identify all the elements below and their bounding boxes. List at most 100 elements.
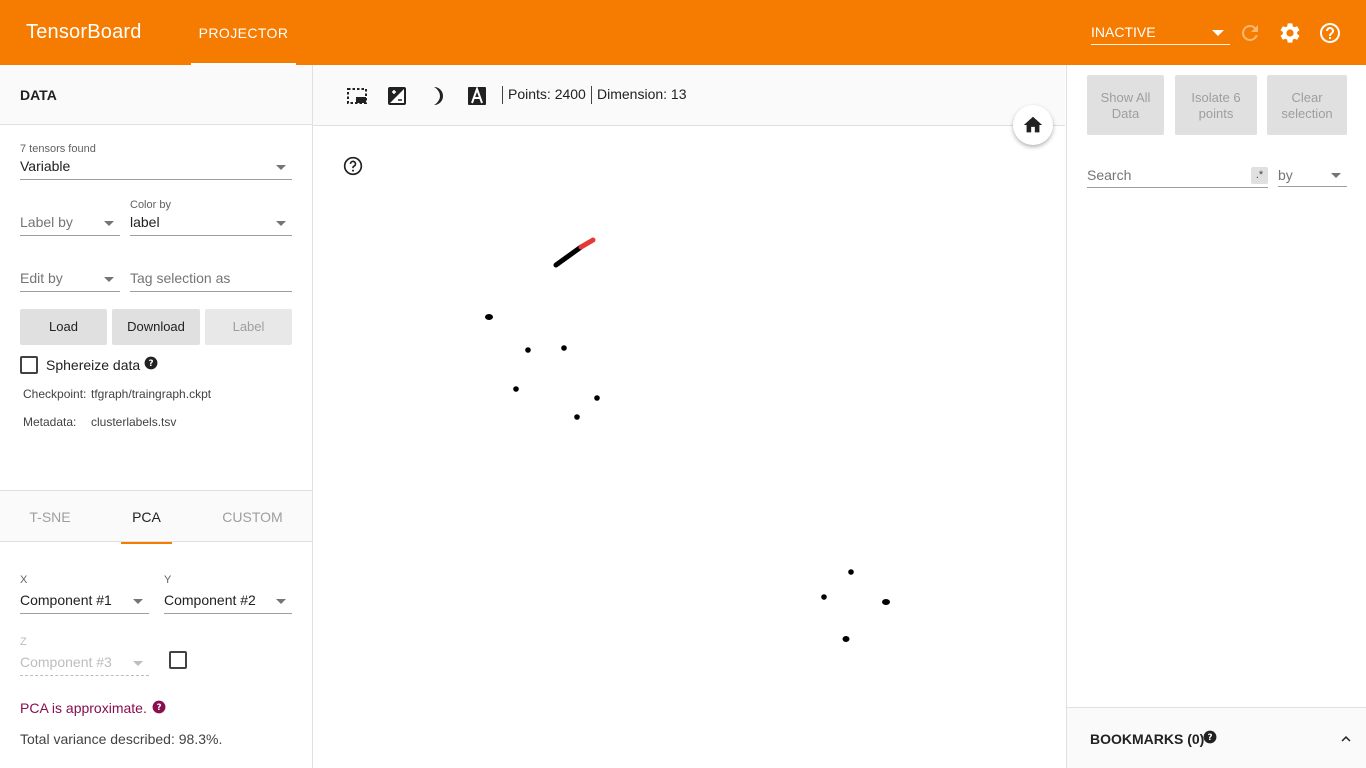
tab-pca-label: PCA	[132, 509, 161, 525]
tab-projector[interactable]: PROJECTOR	[191, 0, 296, 65]
night-mode-icon[interactable]	[385, 84, 409, 108]
projector-canvas-panel: Points: 2400 Dimension: 13	[313, 65, 1065, 768]
home-icon	[1023, 116, 1043, 133]
data-point	[574, 414, 580, 420]
chevron-down-icon	[133, 661, 143, 666]
x-axis-label: X	[20, 574, 28, 586]
help-icon[interactable]: ?	[152, 700, 166, 714]
search-by-placeholder: by	[1278, 167, 1293, 183]
points-count: Points: 2400	[508, 86, 586, 102]
clear-selection-button[interactable]: Clear selection	[1267, 75, 1347, 135]
data-point	[848, 569, 854, 575]
chevron-down-icon	[276, 599, 286, 604]
canvas-toolbar: Points: 2400 Dimension: 13	[313, 65, 1065, 126]
data-panel-title: DATA	[20, 87, 57, 103]
regex-toggle[interactable]: .*	[1251, 167, 1268, 184]
chevron-down-icon	[1331, 173, 1341, 178]
contrast-icon[interactable]	[425, 84, 449, 108]
color-by-dropdown[interactable]: label	[130, 211, 292, 236]
selection-box-icon[interactable]	[345, 84, 369, 108]
search-input[interactable]: Search	[1087, 162, 1268, 188]
bookmarks-label: BOOKMARKS (0)	[1090, 731, 1205, 747]
data-point	[485, 314, 493, 320]
help-icon[interactable]: ?	[1203, 730, 1217, 744]
data-point	[594, 395, 600, 401]
svg-text:?: ?	[1207, 733, 1212, 743]
data-panel: DATA 7 tensors found Variable Label by C…	[0, 65, 313, 768]
y-axis-label: Y	[164, 574, 172, 586]
data-point	[821, 594, 827, 600]
total-variance: Total variance described: 98.3%.	[20, 731, 223, 747]
label-by-placeholder: Label by	[20, 214, 73, 230]
sphereize-label: Sphereize data	[46, 357, 141, 373]
help-icon[interactable]: ?	[144, 356, 158, 370]
brand-title: TensorBoard	[26, 21, 142, 43]
search-placeholder: Search	[1087, 167, 1132, 183]
svg-text:?: ?	[148, 359, 153, 369]
x-component-value: Component #1	[20, 592, 112, 608]
chevron-down-icon	[104, 221, 114, 226]
tag-selection-input[interactable]: Tag selection as	[130, 267, 292, 292]
load-button[interactable]: Load	[20, 309, 107, 345]
z-axis-label: Z	[20, 636, 27, 648]
label-button[interactable]: Label	[205, 309, 292, 345]
label-by-dropdown[interactable]: Label by	[20, 211, 120, 236]
dimension-count: Dimension: 13	[597, 86, 687, 102]
checkpoint-label: Checkpoint:	[23, 387, 87, 401]
tensor-dropdown[interactable]: Variable	[20, 155, 292, 180]
data-point	[882, 599, 890, 605]
help-icon[interactable]	[1318, 21, 1342, 45]
edit-by-placeholder: Edit by	[20, 270, 63, 286]
data-panel-header: DATA	[0, 65, 312, 125]
top-bar: TensorBoard PROJECTOR INACTIVE	[0, 0, 1366, 65]
checkpoint-value: tfgraph/traingraph.ckpt	[91, 387, 212, 401]
tensor-count-label: 7 tensors found	[20, 143, 96, 155]
help-icon[interactable]	[343, 156, 363, 176]
tab-pca[interactable]: PCA	[121, 491, 172, 544]
tab-tsne-label: T-SNE	[29, 509, 71, 525]
reset-view-button[interactable]	[1013, 105, 1053, 145]
run-status-value: INACTIVE	[1091, 24, 1156, 40]
y-component-dropdown[interactable]: Component #2	[164, 589, 292, 614]
run-status-dropdown[interactable]: INACTIVE	[1091, 22, 1230, 45]
metadata-value: clusterlabels.tsv	[91, 415, 177, 429]
chevron-down-icon	[1212, 30, 1224, 36]
chevron-down-icon	[133, 599, 143, 604]
bookmarks-panel[interactable]: BOOKMARKS (0) ?	[1067, 707, 1366, 768]
data-point	[561, 345, 567, 351]
selected-cluster-line	[578, 237, 596, 250]
y-component-value: Component #2	[164, 592, 256, 608]
toolbar-separator	[502, 86, 503, 104]
z-component-value: Component #3	[20, 654, 112, 670]
search-by-dropdown[interactable]: by	[1278, 162, 1347, 187]
data-point	[842, 636, 850, 642]
color-by-value: label	[130, 214, 160, 230]
tab-custom[interactable]: CUSTOM	[220, 491, 285, 543]
inspector-panel: Show All Data Isolate 6 points Clear sel…	[1066, 65, 1366, 768]
settings-icon[interactable]	[1278, 21, 1302, 45]
x-component-dropdown[interactable]: Component #1	[20, 589, 149, 614]
tab-tsne[interactable]: T-SNE	[20, 491, 80, 543]
projection-tabs: T-SNE PCA CUSTOM	[0, 490, 312, 544]
download-button[interactable]: Download	[112, 309, 200, 345]
chevron-down-icon	[276, 165, 286, 170]
show-all-data-button[interactable]: Show All Data	[1087, 75, 1164, 135]
scatter-plot[interactable]	[313, 126, 1065, 768]
sphereize-checkbox[interactable]	[20, 356, 38, 374]
data-point	[525, 347, 531, 353]
isolate-points-button[interactable]: Isolate 6 points	[1175, 75, 1257, 135]
edit-by-dropdown[interactable]: Edit by	[20, 267, 120, 292]
chevron-up-icon[interactable]	[1337, 730, 1355, 748]
svg-text:?: ?	[156, 703, 161, 713]
toolbar-separator	[591, 86, 592, 104]
tab-custom-label: CUSTOM	[222, 509, 283, 525]
cluster-line	[553, 244, 584, 268]
z-component-checkbox[interactable]	[169, 651, 187, 669]
tag-selection-placeholder: Tag selection as	[130, 270, 231, 286]
z-component-dropdown[interactable]: Component #3	[20, 651, 149, 676]
tab-projector-label: PROJECTOR	[198, 25, 289, 41]
tab-underline	[121, 542, 172, 544]
label-mode-icon[interactable]	[465, 84, 489, 108]
pca-approx-note: PCA is approximate.	[20, 700, 147, 716]
refresh-icon[interactable]	[1238, 21, 1262, 45]
